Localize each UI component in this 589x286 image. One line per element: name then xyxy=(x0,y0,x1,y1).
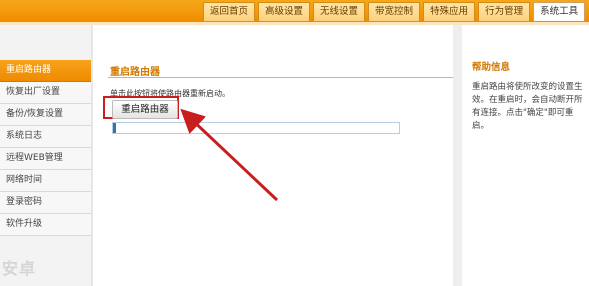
red-arrow-icon xyxy=(180,108,279,202)
watermark: 安卓 xyxy=(2,259,37,278)
